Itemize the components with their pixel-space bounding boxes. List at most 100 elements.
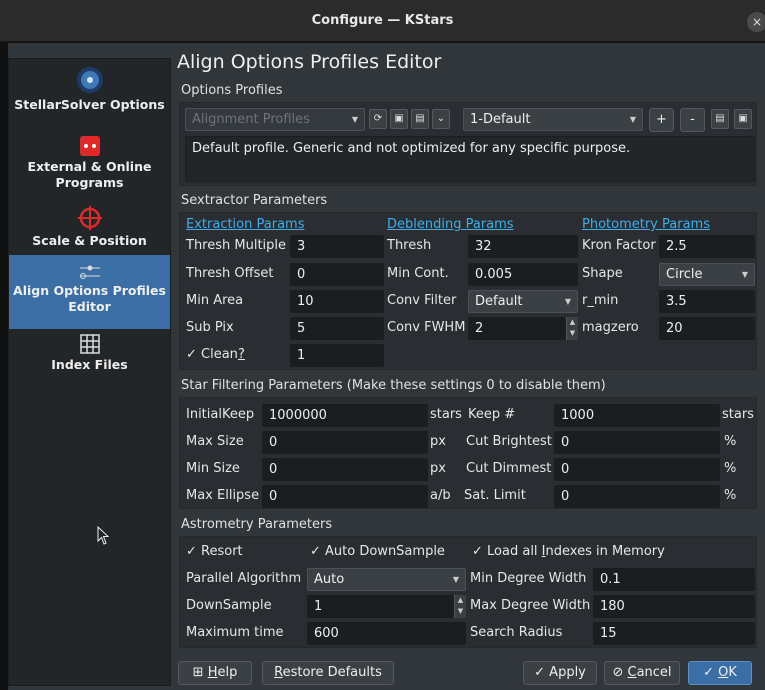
magzero-label: magzero — [582, 320, 639, 335]
cut-brightest-label: Cut Brightest — [466, 434, 552, 449]
min-area-label: Min Area — [186, 293, 244, 308]
conv-fwhm-spinner[interactable]: ▲ ▼ — [566, 317, 578, 340]
downsample-spinner[interactable]: ▲ ▼ — [454, 595, 466, 618]
sidebar-item-stellarsolver[interactable]: StellarSolver Options — [9, 65, 170, 133]
crosshair-icon — [77, 206, 102, 230]
load-profiles-icon[interactable]: ▣ — [734, 109, 752, 129]
sat-limit-label: Sat. Limit — [464, 488, 526, 503]
conv-fwhm-label: Conv FWHM — [387, 320, 466, 335]
add-profile-button[interactable]: + — [649, 108, 674, 132]
min-cont-input[interactable]: 0.005 — [468, 263, 578, 286]
help-button[interactable]: ⊞ Help — [178, 661, 252, 685]
min-size-unit: px — [430, 461, 446, 476]
parallel-algorithm-select[interactable]: Auto ▼ — [307, 568, 466, 591]
min-size-input[interactable]: 0 — [262, 458, 428, 481]
search-radius-label: Search Radius — [470, 625, 563, 640]
r-min-input[interactable]: 3.5 — [659, 290, 755, 313]
section-title-profiles: Options Profiles — [181, 83, 283, 98]
min-cont-label: Min Cont. — [387, 266, 449, 281]
remove-profile-button[interactable]: - — [680, 108, 705, 132]
shape-select[interactable]: Circle ▼ — [659, 263, 755, 286]
search-radius-input[interactable]: 15 — [593, 622, 755, 645]
sidebar-item-index-files[interactable]: Index Files — [9, 333, 170, 383]
magzero-input[interactable]: 20 — [659, 317, 755, 340]
r-min-label: r_min — [582, 293, 619, 308]
load-file-icon[interactable]: ▣ — [390, 109, 408, 129]
conv-filter-label: Conv Filter — [387, 293, 457, 308]
ok-button[interactable]: ✓ OK — [688, 661, 752, 685]
auto-downsample-checkbox[interactable]: ✓ Auto DownSample — [310, 544, 445, 559]
resort-checkbox[interactable]: ✓ Resort — [186, 544, 243, 559]
apply-button[interactable]: ✓ Apply — [523, 661, 597, 685]
initial-keep-unit: stars — [430, 407, 462, 422]
check-icon: ✓ — [534, 665, 546, 680]
max-ellipse-unit: a/b — [430, 488, 451, 503]
conv-filter-select[interactable]: Default ▼ — [468, 290, 578, 313]
deblend-thresh-label: Thresh — [387, 238, 432, 253]
section-title-star-filtering: Star Filtering Parameters (Make these se… — [181, 378, 606, 393]
min-degree-width-input[interactable]: 0.1 — [593, 568, 755, 591]
initial-keep-label: InitialKeep — [186, 407, 255, 422]
sat-limit-input[interactable]: 0 — [554, 485, 720, 508]
close-button[interactable]: × — [747, 12, 765, 32]
max-degree-width-label: Max Degree Width — [470, 598, 591, 613]
load-all-indexes-checkbox[interactable]: ✓ Load all Indexes in Memory — [472, 544, 665, 559]
maximum-time-label: Maximum time — [186, 625, 284, 640]
initial-keep-input[interactable]: 1000000 — [262, 404, 428, 427]
kron-factor-label: Kron Factor — [582, 238, 656, 253]
max-degree-width-input[interactable]: 180 — [593, 595, 755, 618]
sidebar-item-align-options[interactable]: Align Options Profiles Editor — [9, 255, 170, 329]
extraction-params-link[interactable]: Extraction Params — [186, 217, 304, 232]
thresh-offset-input[interactable]: 0 — [290, 263, 384, 286]
deblending-params-link[interactable]: Deblending Params — [387, 217, 514, 232]
deblend-thresh-input[interactable]: 32 — [468, 235, 578, 258]
sub-pix-input[interactable]: 5 — [290, 317, 384, 340]
cut-dimmest-input[interactable]: 0 — [554, 458, 720, 481]
max-size-unit: px — [430, 434, 446, 449]
conv-fwhm-input[interactable]: 2 — [468, 317, 566, 340]
cut-brightest-input[interactable]: 0 — [554, 431, 720, 454]
cancel-button[interactable]: ⊘ Cancel — [604, 661, 680, 685]
keep-num-unit: stars — [722, 407, 754, 422]
stellarsolver-icon — [76, 67, 103, 93]
sidebar-item-label: External & Online Programs — [27, 159, 152, 190]
sidebar-item-label: StellarSolver Options — [14, 97, 165, 112]
thresh-offset-label: Thresh Offset — [186, 266, 274, 281]
sidebar-item-external-programs[interactable]: External & Online Programs — [9, 135, 170, 201]
thresh-multiple-input[interactable]: 3 — [290, 235, 384, 258]
downsample-input[interactable]: 1 — [307, 595, 454, 618]
chevron-down-icon[interactable]: ⌄ — [432, 109, 450, 129]
clean-checkbox[interactable]: ✓ Clean? — [186, 347, 245, 362]
section-title-sextractor: Sextractor Parameters — [181, 193, 328, 208]
photometry-params-link[interactable]: Photometry Params — [582, 217, 710, 232]
max-ellipse-input[interactable]: 0 — [262, 485, 428, 508]
min-size-label: Min Size — [186, 461, 240, 476]
sidebar: StellarSolver Options External & Online … — [8, 58, 171, 686]
maximum-time-input[interactable]: 600 — [307, 622, 466, 645]
cut-brightest-unit: % — [724, 434, 737, 449]
downsample-label: DownSample — [186, 598, 272, 613]
profile-type-combo[interactable]: Alignment Profiles ▼ — [185, 108, 365, 131]
keep-num-input[interactable]: 1000 — [554, 404, 720, 427]
external-programs-icon — [79, 136, 100, 156]
profile-description[interactable]: Default profile. Generic and not optimiz… — [185, 136, 755, 182]
check-icon: ✓ — [703, 665, 714, 680]
restore-defaults-button[interactable]: Restore Defaults — [262, 661, 394, 685]
reload-icon[interactable]: ⟳ — [369, 109, 387, 129]
sub-pix-label: Sub Pix — [186, 320, 234, 335]
sidebar-item-label: Align Options Profiles Editor — [13, 283, 166, 314]
save-file-icon[interactable]: ▤ — [411, 109, 429, 129]
max-size-label: Max Size — [186, 434, 244, 449]
window-title: Configure — KStars — [311, 13, 454, 28]
page-title: Align Options Profiles Editor — [177, 51, 442, 73]
grid-icon — [79, 334, 100, 354]
kron-factor-input[interactable]: 2.5 — [659, 235, 755, 258]
sidebar-item-label: Index Files — [51, 357, 128, 372]
slider-icon — [79, 265, 100, 279]
min-area-input[interactable]: 10 — [290, 290, 384, 313]
sidebar-item-scale-position[interactable]: Scale & Position — [9, 205, 170, 251]
clean-input[interactable]: 1 — [290, 344, 384, 367]
save-profiles-icon[interactable]: ▤ — [711, 109, 729, 129]
profile-select[interactable]: 1-Default ▼ — [463, 108, 643, 131]
max-size-input[interactable]: 0 — [262, 431, 428, 454]
